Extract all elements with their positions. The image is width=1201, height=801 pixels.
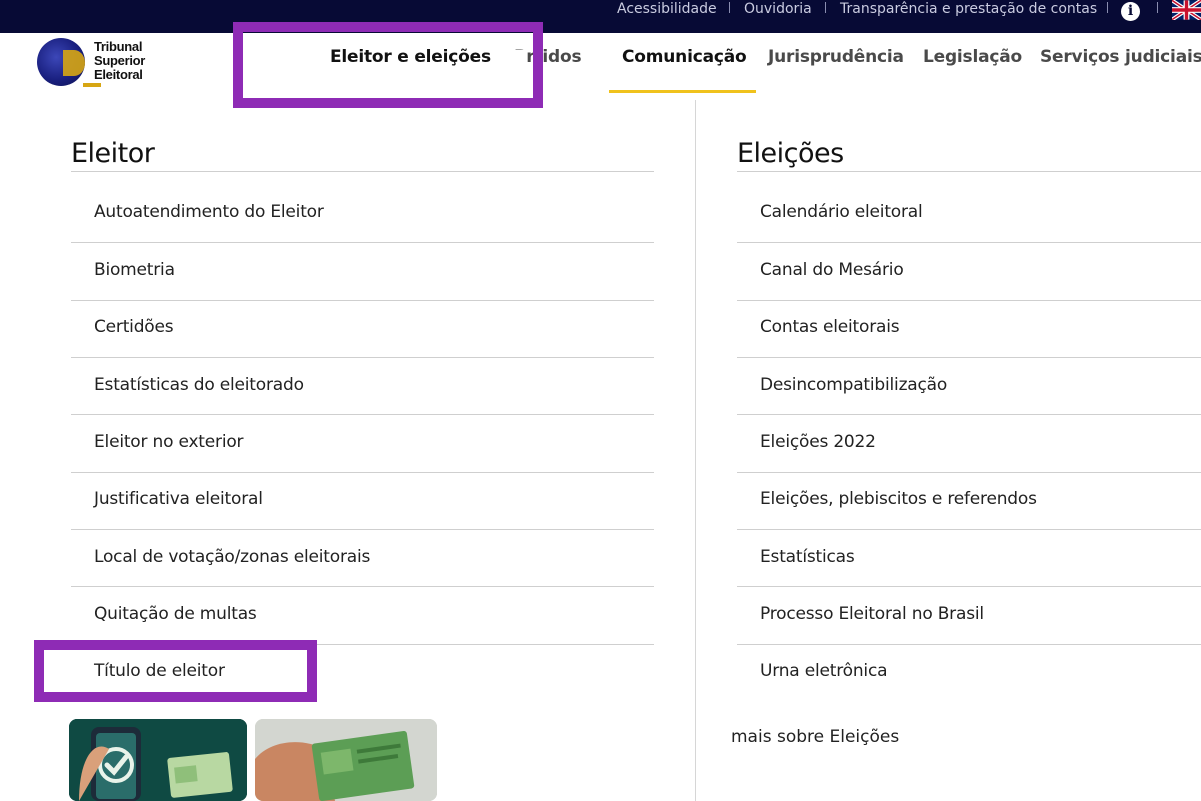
top-utility-bar: Acessibilidade Ouvidoria Transparência e… bbox=[0, 0, 1201, 33]
menu-link-processo-eleitoral[interactable]: Processo Eleitoral no Brasil bbox=[760, 604, 984, 624]
nav-jurisprudencia[interactable]: Jurisprudência bbox=[768, 47, 904, 67]
nav-comunicacao[interactable]: Comunicação bbox=[622, 47, 747, 67]
logo-text: Tribunal Superior Eleitoral bbox=[94, 39, 146, 82]
nav-servicos-judiciais[interactable]: Serviços judiciais bbox=[1040, 47, 1201, 67]
menu-link-justificativa[interactable]: Justificativa eleitoral bbox=[94, 489, 263, 509]
divider bbox=[729, 2, 730, 13]
menu-link-eleitor-exterior[interactable]: Eleitor no exterior bbox=[94, 432, 244, 452]
titulo-eleitor-card-image[interactable] bbox=[255, 719, 437, 801]
menu-link-contas-eleitorais[interactable]: Contas eleitorais bbox=[760, 317, 900, 337]
divider bbox=[825, 2, 826, 13]
highlight-box-menu bbox=[233, 22, 543, 108]
menu-link-estatisticas[interactable]: Estatísticas bbox=[760, 547, 855, 567]
nav-legislacao[interactable]: Legislação bbox=[923, 47, 1022, 67]
eleitor-heading: Eleitor bbox=[71, 138, 155, 169]
highlight-box-titulo bbox=[34, 640, 317, 702]
menu-link-certidoes[interactable]: Certidões bbox=[94, 317, 174, 337]
logo-globe-icon bbox=[37, 38, 85, 86]
menu-link-local-votacao[interactable]: Local de votação/zonas eleitorais bbox=[94, 547, 370, 567]
divider bbox=[1107, 2, 1108, 13]
more-about-elections-link[interactable]: mais sobre Eleições bbox=[731, 727, 899, 747]
menu-link-urna-eletronica[interactable]: Urna eletrônica bbox=[760, 661, 888, 681]
menu-link-autoatendimento[interactable]: Autoatendimento do Eleitor bbox=[94, 202, 324, 222]
accessibility-link[interactable]: Acessibilidade bbox=[617, 0, 717, 18]
transparency-link[interactable]: Transparência e prestação de contas bbox=[840, 0, 1097, 18]
uk-flag-icon[interactable] bbox=[1172, 0, 1201, 20]
menu-link-quitacao-multas[interactable]: Quitação de multas bbox=[94, 604, 257, 624]
divider bbox=[1157, 2, 1158, 13]
ombudsman-link[interactable]: Ouvidoria bbox=[744, 0, 812, 18]
menu-link-biometria[interactable]: Biometria bbox=[94, 260, 175, 280]
eleicoes-heading: Eleições bbox=[737, 138, 844, 169]
info-icon[interactable]: i bbox=[1121, 2, 1140, 21]
menu-link-eleicoes-2022[interactable]: Eleições 2022 bbox=[760, 432, 876, 452]
active-nav-underline bbox=[609, 90, 756, 93]
menu-link-canal-mesario[interactable]: Canal do Mesário bbox=[760, 260, 904, 280]
column-divider bbox=[695, 100, 696, 801]
tse-logo[interactable]: Tribunal Superior Eleitoral bbox=[37, 37, 162, 92]
menu-link-plebiscitos[interactable]: Eleições, plebiscitos e referendos bbox=[760, 489, 1037, 509]
e-titulo-promo-image[interactable] bbox=[69, 719, 247, 801]
menu-link-calendario[interactable]: Calendário eleitoral bbox=[760, 202, 923, 222]
menu-link-desincompatibilizacao[interactable]: Desincompatibilização bbox=[760, 375, 947, 395]
menu-link-estatisticas-eleitorado[interactable]: Estatísticas do eleitorado bbox=[94, 375, 304, 395]
